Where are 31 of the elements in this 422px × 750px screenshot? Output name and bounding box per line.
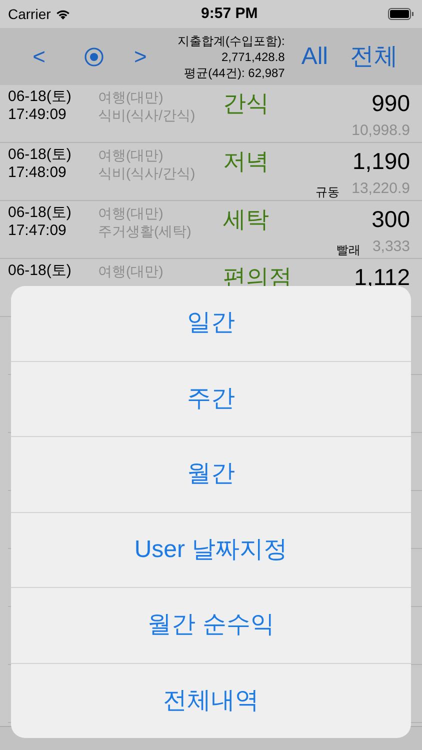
item-name: 저녁: [223, 147, 269, 176]
clock: 9:57 PM: [201, 4, 258, 24]
average-label: 평균(44건): 62,987: [184, 64, 285, 80]
date-text: 06-18(토): [8, 262, 72, 280]
category-text: 여행(대만): [98, 146, 164, 164]
memo-text: 규동: [316, 184, 340, 200]
item-name: 세탁: [223, 205, 269, 234]
total-value: 2,771,428.8: [221, 48, 285, 64]
total-label: 지출합계(수입포함):: [178, 32, 285, 48]
date-text: 06-18(토): [8, 146, 72, 164]
subcategory-text: 주거생활(세탁): [98, 222, 192, 240]
category-text: 여행(대만): [98, 204, 164, 222]
subcategory-text: 식비(식사/간식): [98, 106, 196, 124]
date-text: 06-18(토): [8, 204, 72, 222]
time-text: 17:49:09: [8, 106, 68, 124]
time-text: 17:48:09: [8, 164, 68, 182]
amount-text: 1,190: [352, 147, 410, 176]
amount-text: 300: [372, 205, 410, 234]
converted-amount: 3,333: [372, 237, 410, 257]
converted-amount: 10,998.9: [352, 121, 410, 141]
category-text: 여행(대만): [98, 88, 164, 106]
category-text: 여행(대만): [98, 262, 164, 280]
amount-text: 990: [372, 89, 410, 118]
amount-text: 1,112: [354, 263, 410, 292]
date-text: 06-18(토): [8, 88, 72, 106]
subcategory-text: 식비(식사/간식): [98, 164, 196, 182]
memo-text: 빨래: [336, 242, 360, 258]
converted-amount: 13,220.9: [352, 179, 410, 199]
carrier-label: Carrier: [8, 4, 51, 24]
item-name: 간식: [223, 89, 269, 118]
time-text: 17:47:09: [8, 222, 68, 240]
